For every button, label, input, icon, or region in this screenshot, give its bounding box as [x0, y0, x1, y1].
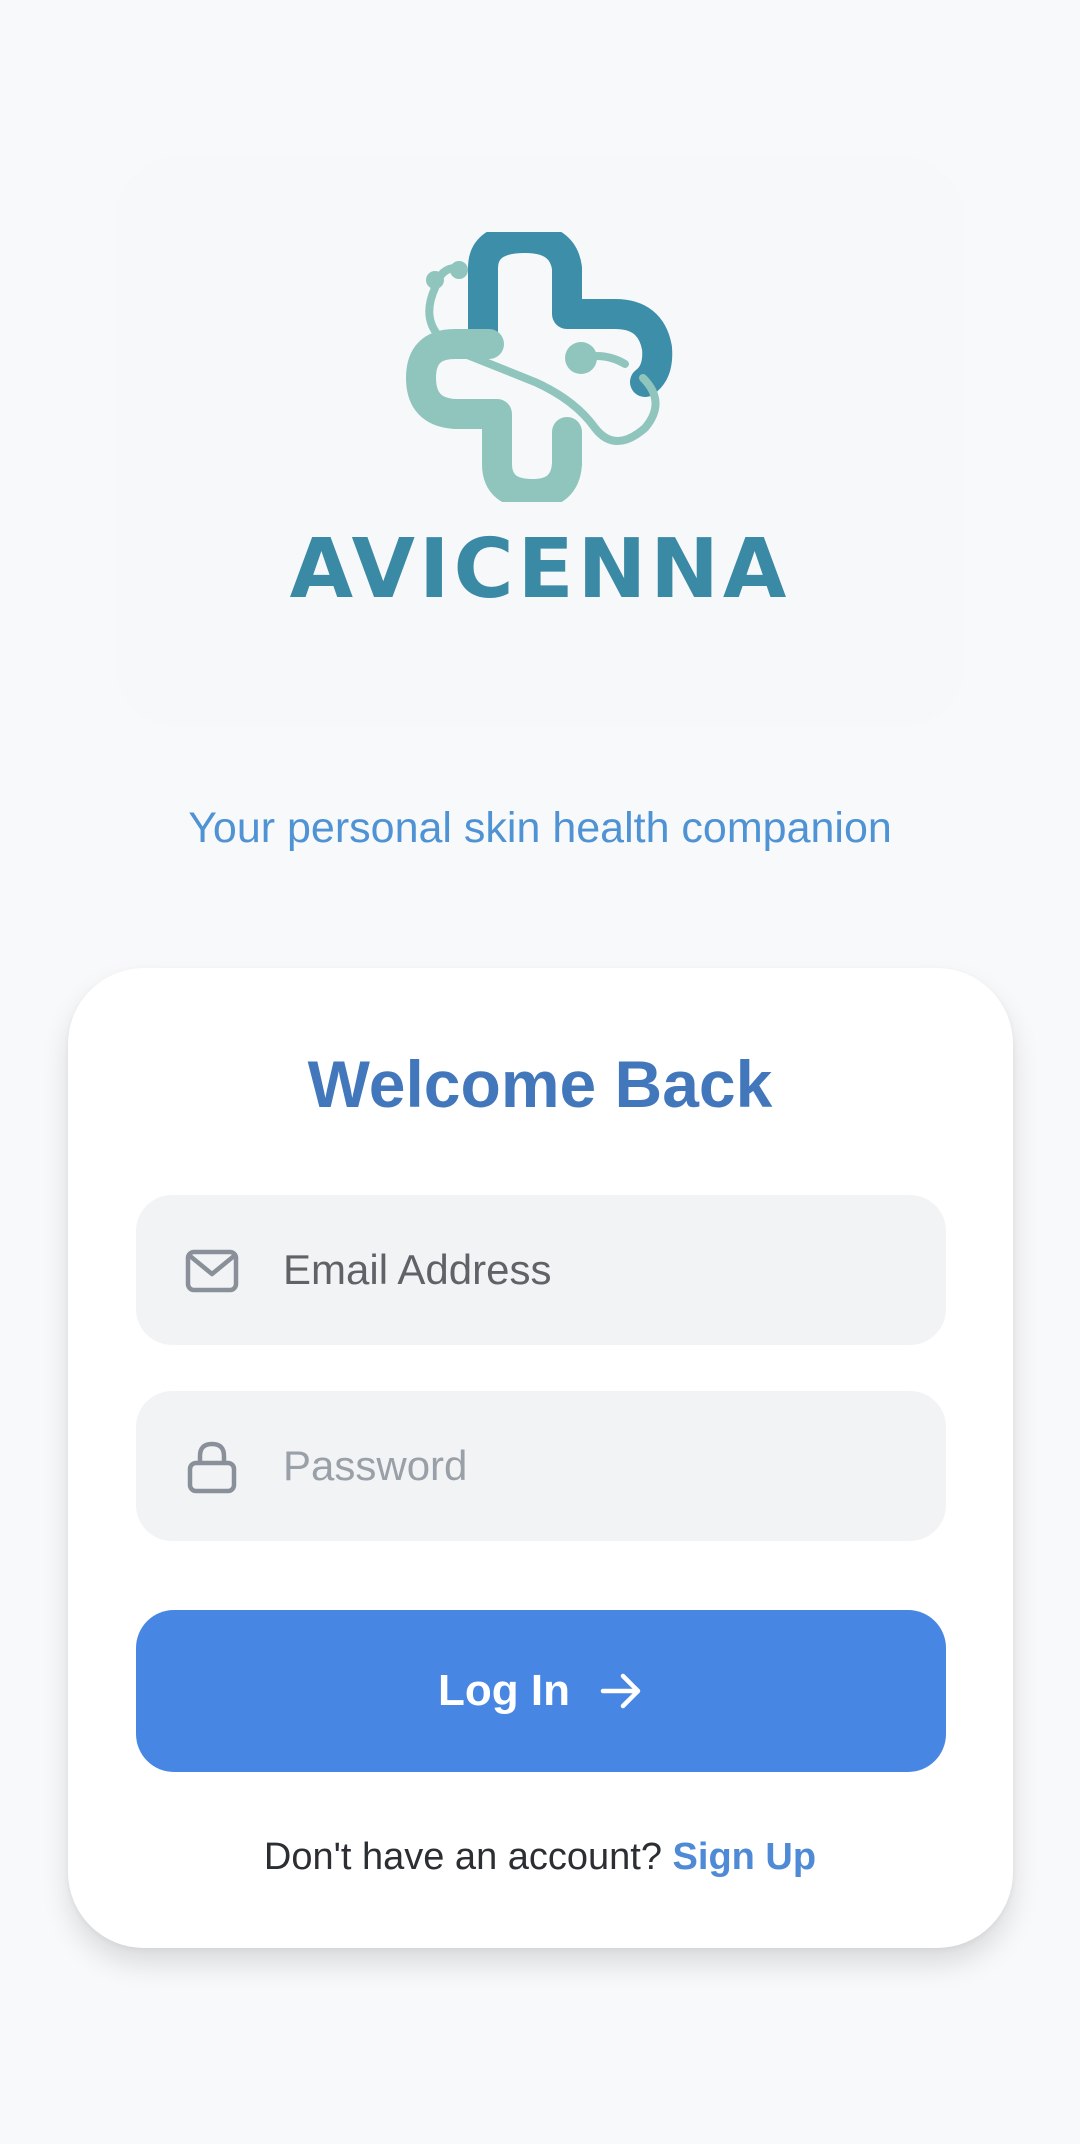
- password-input[interactable]: [283, 1391, 903, 1541]
- mail-icon: [185, 1249, 239, 1293]
- password-field[interactable]: [136, 1391, 946, 1541]
- signup-link[interactable]: Sign Up: [673, 1836, 817, 1878]
- login-button[interactable]: Log In: [136, 1610, 946, 1772]
- arrow-right-icon: [600, 1673, 641, 1709]
- medical-cross-stethoscope-icon: [406, 232, 673, 502]
- email-field[interactable]: [136, 1195, 946, 1345]
- lock-icon: [187, 1441, 237, 1494]
- brand-name: AVICENNA: [289, 522, 791, 617]
- signup-prompt-text: Don't have an account?: [263, 1836, 662, 1878]
- tagline: Your personal skin health companion: [188, 804, 892, 852]
- page-title: Welcome Back: [307, 1047, 773, 1121]
- login-button-label: Log In: [438, 1666, 570, 1715]
- email-input[interactable]: [283, 1195, 903, 1345]
- signup-prompt: Don't have an account? Sign Up: [0, 1830, 1080, 1884]
